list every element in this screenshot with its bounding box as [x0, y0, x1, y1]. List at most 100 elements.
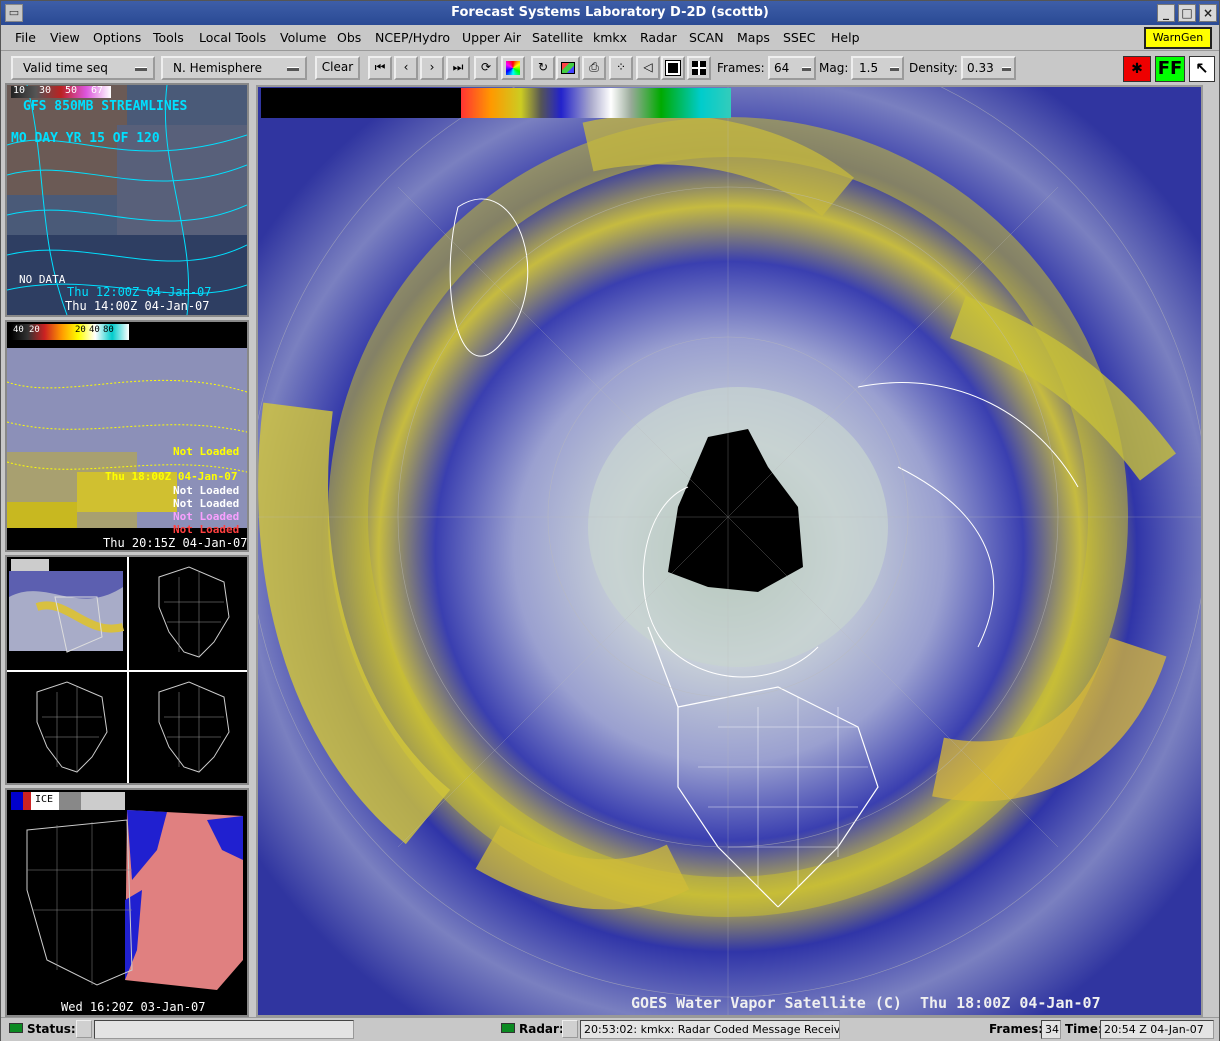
- last-frame-button[interactable]: ⏭: [446, 56, 470, 80]
- menu-help[interactable]: Help: [831, 30, 860, 45]
- pane-time: Thu 14:00Z 04-Jan-07: [65, 299, 210, 313]
- menu-satellite[interactable]: Satellite: [532, 30, 583, 45]
- four-panel-button[interactable]: [687, 56, 711, 80]
- mini-pane-blank-2[interactable]: [7, 672, 127, 783]
- menu-scan[interactable]: SCAN: [689, 30, 724, 45]
- time-mode-value: Valid time seq: [23, 61, 108, 75]
- toolbar: Valid time seq N. Hemisphere Clear ⏮ ‹ ›…: [1, 52, 1219, 84]
- time-mode-dropdown[interactable]: Valid time seq: [11, 56, 155, 80]
- mag-value: 1.5: [859, 61, 879, 75]
- menu-local-tools[interactable]: Local Tools: [199, 30, 266, 45]
- streamlines-title: GFS 850MB STREAMLINES: [23, 99, 188, 114]
- cursor-mode-icon[interactable]: ↖: [1189, 56, 1215, 82]
- side-panes: 10 30 50 67 GFS 850MB STREAMLINES MO DAY…: [5, 83, 249, 1017]
- chevron-down-icon: [890, 67, 899, 71]
- side-pane-streamlines[interactable]: 10 30 50 67 GFS 850MB STREAMLINES MO DAY…: [5, 83, 249, 317]
- not-loaded-label: Not Loaded: [173, 523, 240, 536]
- density-dropdown[interactable]: 0.33: [961, 56, 1016, 80]
- scale-num: 20: [75, 325, 86, 335]
- loop-button[interactable]: ⟳: [474, 56, 498, 80]
- print-button[interactable]: ⎙: [582, 56, 606, 80]
- ice-map: [7, 790, 247, 1015]
- menu-kmkx[interactable]: kmkx: [593, 30, 627, 45]
- side-pane-ice[interactable]: ICE Wed 16:20Z 03-Jan-07: [5, 788, 249, 1017]
- mini-map-outline: [36, 681, 108, 773]
- scale-num: 80: [103, 325, 114, 335]
- density-value: 0.33: [967, 61, 994, 75]
- minimize-button[interactable]: _: [1157, 4, 1175, 22]
- projection-value: N. Hemisphere: [173, 61, 262, 75]
- menu-ncep-hydro[interactable]: NCEP/Hydro: [375, 30, 450, 45]
- main-display[interactable]: GOES Water Vapor Satellite (C) Thu 18:00…: [256, 85, 1203, 1017]
- status-expand-button[interactable]: [76, 1020, 92, 1038]
- mini-map-satellite: [9, 559, 125, 653]
- pane-time: Wed 16:20Z 03-Jan-07: [61, 1000, 206, 1014]
- title-bar[interactable]: ▭ Forecast Systems Laboratory D-2D (scot…: [1, 1, 1219, 25]
- mini-pane-satellite[interactable]: [7, 557, 127, 670]
- warngen-button[interactable]: WarnGen: [1144, 27, 1212, 49]
- menu-ssec[interactable]: SSEC: [783, 30, 816, 45]
- water-vapor-color-scale: [261, 88, 731, 118]
- ff-button[interactable]: FF: [1155, 56, 1185, 82]
- rotate-icon: ↻: [537, 60, 549, 74]
- single-panel-button[interactable]: [661, 56, 685, 80]
- density-dots-button[interactable]: ⁘: [609, 56, 633, 80]
- alarm-icon[interactable]: ✱: [1123, 56, 1151, 82]
- frames-label: Frames:: [717, 61, 765, 75]
- next-frame-icon: ›: [429, 60, 435, 74]
- last-frame-icon: ⏭: [452, 60, 464, 74]
- mag-dropdown[interactable]: 1.5: [851, 56, 904, 80]
- menu-file[interactable]: File: [15, 30, 36, 45]
- image-icon: [561, 62, 575, 74]
- ice-legend-label: ICE: [35, 794, 54, 805]
- mini-map-outline: [158, 681, 230, 773]
- frames-dropdown[interactable]: 64: [768, 56, 816, 80]
- maximize-button[interactable]: □: [1178, 4, 1196, 22]
- close-button[interactable]: ×: [1199, 4, 1217, 22]
- menu-radar[interactable]: Radar: [640, 30, 677, 45]
- chevron-down-icon: [287, 67, 299, 71]
- color-table-icon: [506, 61, 520, 75]
- menu-maps[interactable]: Maps: [737, 30, 770, 45]
- menu-options[interactable]: Options: [93, 30, 141, 45]
- scale-num: 30: [39, 85, 52, 96]
- menu-upper-air[interactable]: Upper Air: [462, 30, 521, 45]
- no-data-label: NO DATA: [19, 273, 66, 286]
- not-loaded-label: Not Loaded: [173, 510, 240, 523]
- scale-num: 40: [13, 325, 24, 335]
- mini-pane-blank-3[interactable]: [129, 672, 247, 783]
- streamlines-model-time: Thu 12:00Z 04-Jan-07: [67, 285, 212, 299]
- menu-volume[interactable]: Volume: [280, 30, 327, 45]
- projection-dropdown[interactable]: N. Hemisphere: [161, 56, 307, 80]
- radar-expand-button[interactable]: [562, 1020, 578, 1038]
- mini-pane-blank-1[interactable]: [129, 557, 247, 670]
- rotate-button[interactable]: ↻: [531, 56, 555, 80]
- scale-num: 50: [65, 85, 78, 96]
- menu-tools[interactable]: Tools: [153, 30, 184, 45]
- prev-frame-button[interactable]: ‹: [394, 56, 418, 80]
- scale-num: 67: [91, 85, 104, 96]
- status-led-icon: [9, 1023, 23, 1033]
- side-pane-four-panel[interactable]: [5, 555, 249, 785]
- side-pane-temperature[interactable]: 40 20 20 40 80 Not Loaded Thu 18:00Z 04-…: [5, 320, 249, 552]
- menu-obs[interactable]: Obs: [337, 30, 361, 45]
- pane-model-time: Thu 18:00Z 04-Jan-07: [105, 470, 238, 483]
- pane-time: Thu 20:15Z 04-Jan-07: [103, 536, 248, 550]
- window-title: Forecast Systems Laboratory D-2D (scottb…: [451, 5, 769, 20]
- radar-message-field: 20:53:02: kmkx: Radar Coded Message Rece…: [580, 1020, 840, 1039]
- chevron-down-icon: [802, 67, 811, 71]
- menu-view[interactable]: View: [50, 30, 80, 45]
- next-frame-button[interactable]: ›: [420, 56, 444, 80]
- first-frame-button[interactable]: ⏮: [368, 56, 392, 80]
- chevron-down-icon: [1002, 67, 1011, 71]
- image-button[interactable]: [556, 56, 580, 80]
- loop-icon: ⟳: [480, 60, 492, 74]
- clear-button[interactable]: Clear: [315, 56, 360, 80]
- not-loaded-label: Not Loaded: [173, 445, 240, 458]
- time-status-value: 20:54 Z 04-Jan-07: [1100, 1020, 1214, 1039]
- panel-four-icon: [692, 61, 706, 75]
- not-loaded-label: Not Loaded: [173, 497, 240, 510]
- frames-status-label: Frames:: [989, 1022, 1044, 1036]
- arrow-tool-button[interactable]: ◁: [636, 56, 660, 80]
- color-table-button[interactable]: [501, 56, 525, 80]
